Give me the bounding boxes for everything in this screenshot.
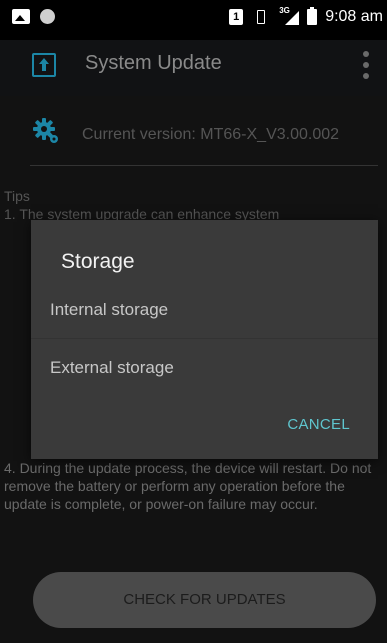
status-bar-system: 1 3G 9:08 am [229,6,383,26]
tips-item-4: 4. During the update process, the device… [4,460,372,512]
signal-icon: 3G [279,6,300,25]
sim-slot-icon: 1 [229,9,244,25]
current-version-label: Current version: MT66-X_V3.00.002 [82,126,340,143]
storage-dialog: Storage Internal storage External storag… [31,220,378,459]
dialog-title: Storage [61,250,135,273]
status-bar: 1 3G 9:08 am [0,0,387,40]
battery-icon [307,7,318,25]
tips-title: Tips [4,188,30,204]
overflow-menu-icon[interactable] [358,49,374,81]
vibrate-icon [251,9,271,25]
option-label: External storage [50,358,174,377]
option-label: Internal storage [50,300,169,319]
option-external-storage[interactable]: External storage [31,340,378,396]
gear-icon [33,118,58,143]
circle-notification-icon [40,9,55,24]
option-internal-storage[interactable]: Internal storage [31,282,378,339]
cancel-button[interactable]: CANCEL [287,416,350,433]
status-time: 9:08 am [325,8,383,25]
status-bar-notifications [12,9,55,24]
page-title: System Update [85,52,222,74]
gallery-icon [12,9,30,24]
check-for-updates-button[interactable]: CHECK FOR UPDATES [33,572,376,628]
divider [30,165,378,166]
upload-icon [32,53,56,77]
